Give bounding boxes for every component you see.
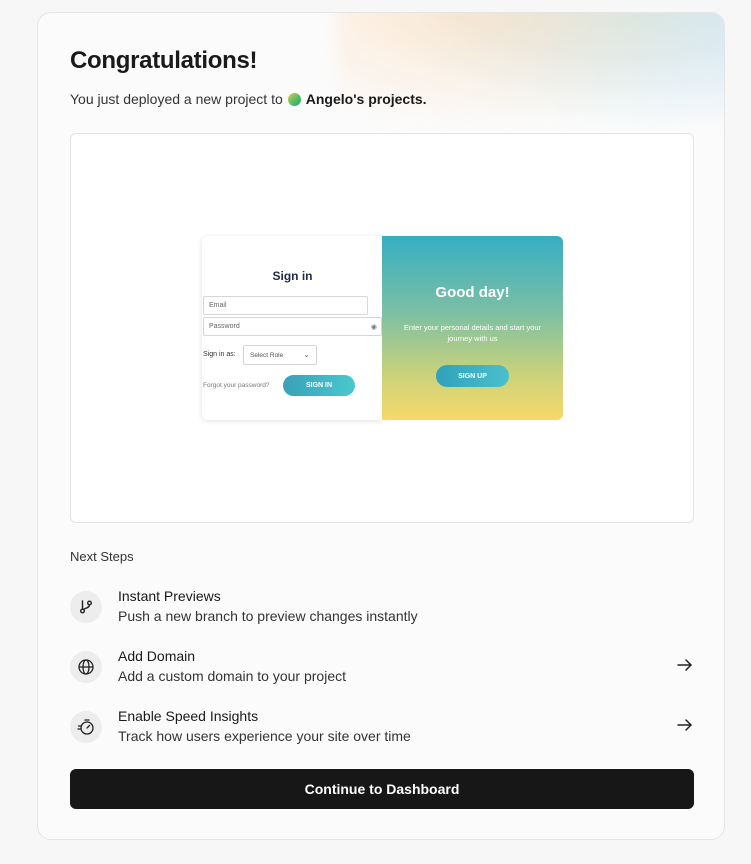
chevron-down-icon: ⌄ bbox=[303, 350, 310, 359]
preview-email-field: Email bbox=[203, 296, 368, 315]
deployment-success-card: Congratulations! You just deployed a new… bbox=[37, 12, 725, 840]
deployment-preview[interactable]: Sign in Email Password ◉ Sign in as: Sel… bbox=[70, 133, 694, 523]
preview-role-label: Sign in as: bbox=[203, 351, 236, 358]
subtitle-text: You just deployed a new project to bbox=[70, 91, 283, 107]
eye-icon: ◉ bbox=[370, 324, 377, 331]
preview-password-field: Password ◉ bbox=[203, 317, 382, 336]
step-description: Add a custom domain to your project bbox=[118, 668, 347, 684]
preview-role-select-value: Select Role bbox=[250, 351, 284, 359]
preview-forgot-password: Forgot your password? bbox=[203, 382, 270, 389]
background-glow bbox=[338, 13, 724, 153]
preview-signin-title: Sign in bbox=[272, 269, 313, 283]
preview-welcome-panel: Good day! Enter your personal details an… bbox=[382, 236, 563, 420]
deploy-subtitle: You just deployed a new project to Angel… bbox=[70, 91, 427, 107]
preview-signin-button: SIGN IN bbox=[283, 375, 355, 396]
arrow-right-icon[interactable] bbox=[676, 656, 694, 674]
team-avatar-icon bbox=[287, 92, 301, 106]
preview-welcome-desc: Enter your personal details and start yo… bbox=[403, 323, 542, 343]
step-title: Add Domain bbox=[118, 648, 196, 664]
git-branch-icon bbox=[70, 591, 102, 623]
step-speed-insights[interactable]: Enable Speed Insights Track how users ex… bbox=[70, 708, 694, 752]
globe-icon bbox=[70, 651, 102, 683]
team-name: Angelo's projects. bbox=[305, 91, 427, 107]
preview-signup-button: SIGN UP bbox=[436, 365, 509, 387]
page-title: Congratulations! bbox=[70, 47, 258, 74]
step-title: Instant Previews bbox=[118, 588, 221, 604]
step-description: Track how users experience your site ove… bbox=[118, 728, 411, 744]
preview-email-placeholder: Email bbox=[209, 302, 227, 309]
preview-signin-panel: Sign in Email Password ◉ Sign in as: Sel… bbox=[202, 236, 383, 420]
step-add-domain[interactable]: Add Domain Add a custom domain to your p… bbox=[70, 648, 694, 692]
arrow-right-icon[interactable] bbox=[676, 716, 694, 734]
next-steps-heading: Next Steps bbox=[70, 549, 134, 564]
preview-password-placeholder: Password bbox=[209, 323, 240, 330]
speed-insights-icon bbox=[70, 711, 102, 743]
continue-to-dashboard-button[interactable]: Continue to Dashboard bbox=[70, 769, 694, 809]
step-title: Enable Speed Insights bbox=[118, 708, 259, 724]
preview-app-screenshot: Sign in Email Password ◉ Sign in as: Sel… bbox=[202, 236, 563, 420]
step-instant-previews[interactable]: Instant Previews Push a new branch to pr… bbox=[70, 588, 694, 632]
preview-welcome-title: Good day! bbox=[435, 284, 510, 301]
preview-role-select: Select Role ⌄ bbox=[243, 345, 317, 365]
step-description: Push a new branch to preview changes ins… bbox=[118, 608, 418, 624]
